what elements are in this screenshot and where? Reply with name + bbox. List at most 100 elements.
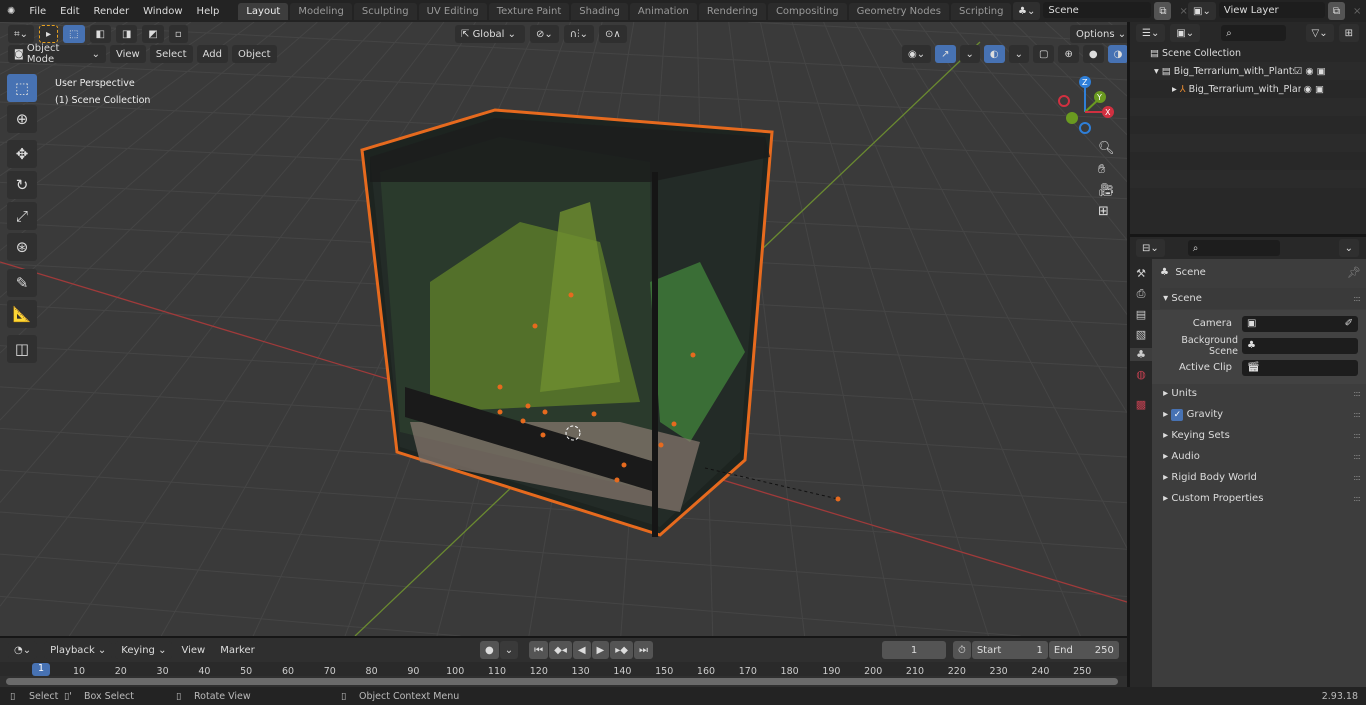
outliner-item[interactable]: ▸ ⅄ Big_Terrarium_with_Plant ◉ ▣: [1130, 80, 1366, 98]
mode-extend-icon[interactable]: ◧: [89, 25, 111, 43]
stopwatch-icon[interactable]: ⏱: [953, 641, 971, 659]
camera-field[interactable]: ▣ ✐: [1242, 315, 1358, 332]
tab-modeling[interactable]: Modeling: [290, 2, 352, 20]
menu-marker[interactable]: Marker: [214, 641, 261, 659]
tab-shading[interactable]: Shading: [571, 2, 628, 20]
scene-field[interactable]: Scene: [1043, 2, 1152, 18]
options-dropdown[interactable]: ⌄: [1338, 239, 1359, 257]
scale-tool-icon[interactable]: ⤢: [7, 202, 37, 230]
panel-header-gravity[interactable]: ▸ ✓ Gravity::::: [1160, 404, 1366, 425]
zoom-view-icon[interactable]: 🔍︎: [1098, 141, 1115, 156]
tab-compositing[interactable]: Compositing: [767, 2, 847, 20]
tool-tab-icon[interactable]: ⚒: [1136, 267, 1146, 280]
camera-icon[interactable]: ▣: [1315, 84, 1324, 95]
output-tab-icon[interactable]: ▤: [1136, 308, 1146, 321]
mode-invert-icon[interactable]: ◩: [142, 25, 164, 43]
world-tab-icon[interactable]: ◍: [1136, 368, 1146, 381]
wireframe-shading-icon[interactable]: ⊕: [1058, 45, 1079, 63]
add-cube-tool-icon[interactable]: ◫: [7, 335, 37, 363]
camera-view-icon[interactable]: 🎥︎: [1098, 183, 1115, 198]
measure-tool-icon[interactable]: 📐: [7, 300, 37, 328]
mode-subtract-icon[interactable]: ◨: [115, 25, 138, 43]
editor-type-button[interactable]: ⌗⌄: [8, 25, 35, 43]
select-box-tool-icon[interactable]: ⬚: [7, 74, 37, 102]
overlay-icon[interactable]: ◐: [983, 45, 1005, 63]
camera-icon[interactable]: ▣: [1317, 66, 1326, 77]
properties-search-input[interactable]: ⌕: [1187, 240, 1280, 256]
tab-sculpting[interactable]: Sculpting: [353, 2, 417, 20]
playback-dropdown[interactable]: Playback ⌄: [44, 641, 113, 659]
display-mode-icon[interactable]: ☰⌄: [1136, 24, 1166, 42]
keying-dropdown-icon[interactable]: ⌄: [499, 641, 519, 659]
view-layer-tab-icon[interactable]: ▧: [1136, 328, 1146, 341]
gravity-checkbox[interactable]: ✓: [1171, 408, 1184, 421]
timeline-scrollbar[interactable]: [6, 678, 1118, 685]
tab-animation[interactable]: Animation: [629, 2, 697, 20]
outliner-root[interactable]: ▤ Scene Collection: [1130, 44, 1366, 62]
tab-texture-paint[interactable]: Texture Paint: [488, 2, 570, 20]
panel-header-scene[interactable]: ▾ Scene::::: [1160, 288, 1366, 309]
drag-handle[interactable]: ::::: [1353, 294, 1361, 303]
texture-tab-icon[interactable]: ▩: [1136, 398, 1146, 411]
mode-intersect-icon[interactable]: ▫: [168, 25, 188, 43]
view-layer-filter-icon[interactable]: ▣⌄: [1170, 24, 1201, 42]
view-layer-field[interactable]: View Layer: [1218, 2, 1325, 18]
outliner-item[interactable]: ▾ ▤ Big_Terrarium_with_Plants_ar☑ ◉ ▣: [1130, 62, 1366, 80]
view-layer-icon[interactable]: ▣⌄: [1188, 2, 1216, 20]
new-view-layer-button[interactable]: ⧉: [1327, 2, 1345, 20]
transform-orientation-dropdown[interactable]: ⇱ Global ⌄: [455, 25, 525, 43]
menu-view[interactable]: View: [175, 641, 211, 659]
tab-uv-editing[interactable]: UV Editing: [418, 2, 487, 20]
mode-new-icon[interactable]: ⬚: [63, 25, 85, 43]
cursor-tool-icon[interactable]: ⊕: [7, 105, 37, 133]
jump-end-icon[interactable]: ⏭: [633, 641, 653, 659]
filter-icon[interactable]: ▽⌄: [1305, 24, 1334, 42]
prev-keyframe-icon[interactable]: ◆◂: [549, 641, 572, 659]
panel-header-audio[interactable]: ▸ Audio::::: [1160, 446, 1366, 467]
menu-add[interactable]: Add: [196, 45, 228, 63]
editor-type-button[interactable]: ◔⌄: [8, 641, 38, 659]
gizmo-dropdown[interactable]: ⌄: [959, 45, 980, 63]
pan-view-icon[interactable]: ✋︎: [1098, 162, 1115, 177]
overlay-dropdown[interactable]: ⌄: [1008, 45, 1030, 63]
play-reverse-icon[interactable]: ◀: [572, 641, 591, 659]
rotate-tool-icon[interactable]: ↻: [7, 171, 37, 199]
checkbox-icon[interactable]: ☑: [1294, 66, 1306, 77]
options-dropdown[interactable]: Options ⌄: [1070, 25, 1127, 43]
new-scene-button[interactable]: ⧉: [1154, 2, 1172, 20]
eye-icon[interactable]: ◉: [1301, 84, 1315, 95]
pivot-icon[interactable]: ⊘⌄: [530, 25, 559, 43]
visibility-icon[interactable]: ◉⌄: [902, 45, 932, 63]
menu-view[interactable]: View: [110, 45, 146, 63]
close-icon[interactable]: ×: [1348, 2, 1366, 20]
blender-logo-icon[interactable]: ✺: [0, 6, 22, 17]
proportional-edit-icon[interactable]: ⊙∧: [598, 25, 627, 43]
scene-tab-icon[interactable]: ♣: [1130, 348, 1152, 361]
3d-viewport[interactable]: ⌗⌄ ▸ ⬚ ◧ ◨ ◩ ▫ ⇱ Global ⌄ ⊘⌄ ∩⫶⌄ ⊙∧ Opti…: [0, 22, 1127, 636]
scene-icon[interactable]: ♣⌄: [1013, 2, 1041, 20]
tool-select-icon[interactable]: ▸: [39, 25, 59, 43]
playhead[interactable]: 1: [32, 663, 50, 676]
menu-select[interactable]: Select: [149, 45, 193, 63]
gizmo-icon[interactable]: ↗: [935, 45, 956, 63]
jump-start-icon[interactable]: ⏮: [529, 641, 549, 659]
transform-tool-icon[interactable]: ⊛: [7, 233, 37, 261]
menu-window[interactable]: Window: [136, 6, 189, 17]
end-frame-field[interactable]: End 250: [1048, 641, 1119, 659]
outliner-search-input[interactable]: ⌕: [1221, 25, 1286, 41]
panel-header-custom-properties[interactable]: ▸ Custom Properties::::: [1160, 488, 1366, 509]
active-clip-field[interactable]: 🎬︎: [1242, 359, 1358, 376]
tab-scripting[interactable]: Scripting: [951, 2, 1012, 20]
render-tab-icon[interactable]: ⎙: [1137, 287, 1146, 301]
start-frame-field[interactable]: Start 1: [971, 641, 1048, 659]
navigation-gizmo[interactable]: Z Y X: [1052, 72, 1122, 142]
panel-header-keying-sets[interactable]: ▸ Keying Sets::::: [1160, 425, 1366, 446]
annotate-tool-icon[interactable]: ✎: [7, 269, 37, 297]
pin-icon[interactable]: 📌︎: [1347, 266, 1361, 279]
tab-rendering[interactable]: Rendering: [698, 2, 766, 20]
menu-help[interactable]: Help: [190, 6, 227, 17]
menu-object[interactable]: Object: [231, 45, 277, 63]
mode-dropdown[interactable]: ◙ Object Mode ⌄: [8, 43, 106, 65]
panel-header-units[interactable]: ▸ Units::::: [1160, 383, 1366, 404]
menu-edit[interactable]: Edit: [53, 6, 86, 17]
